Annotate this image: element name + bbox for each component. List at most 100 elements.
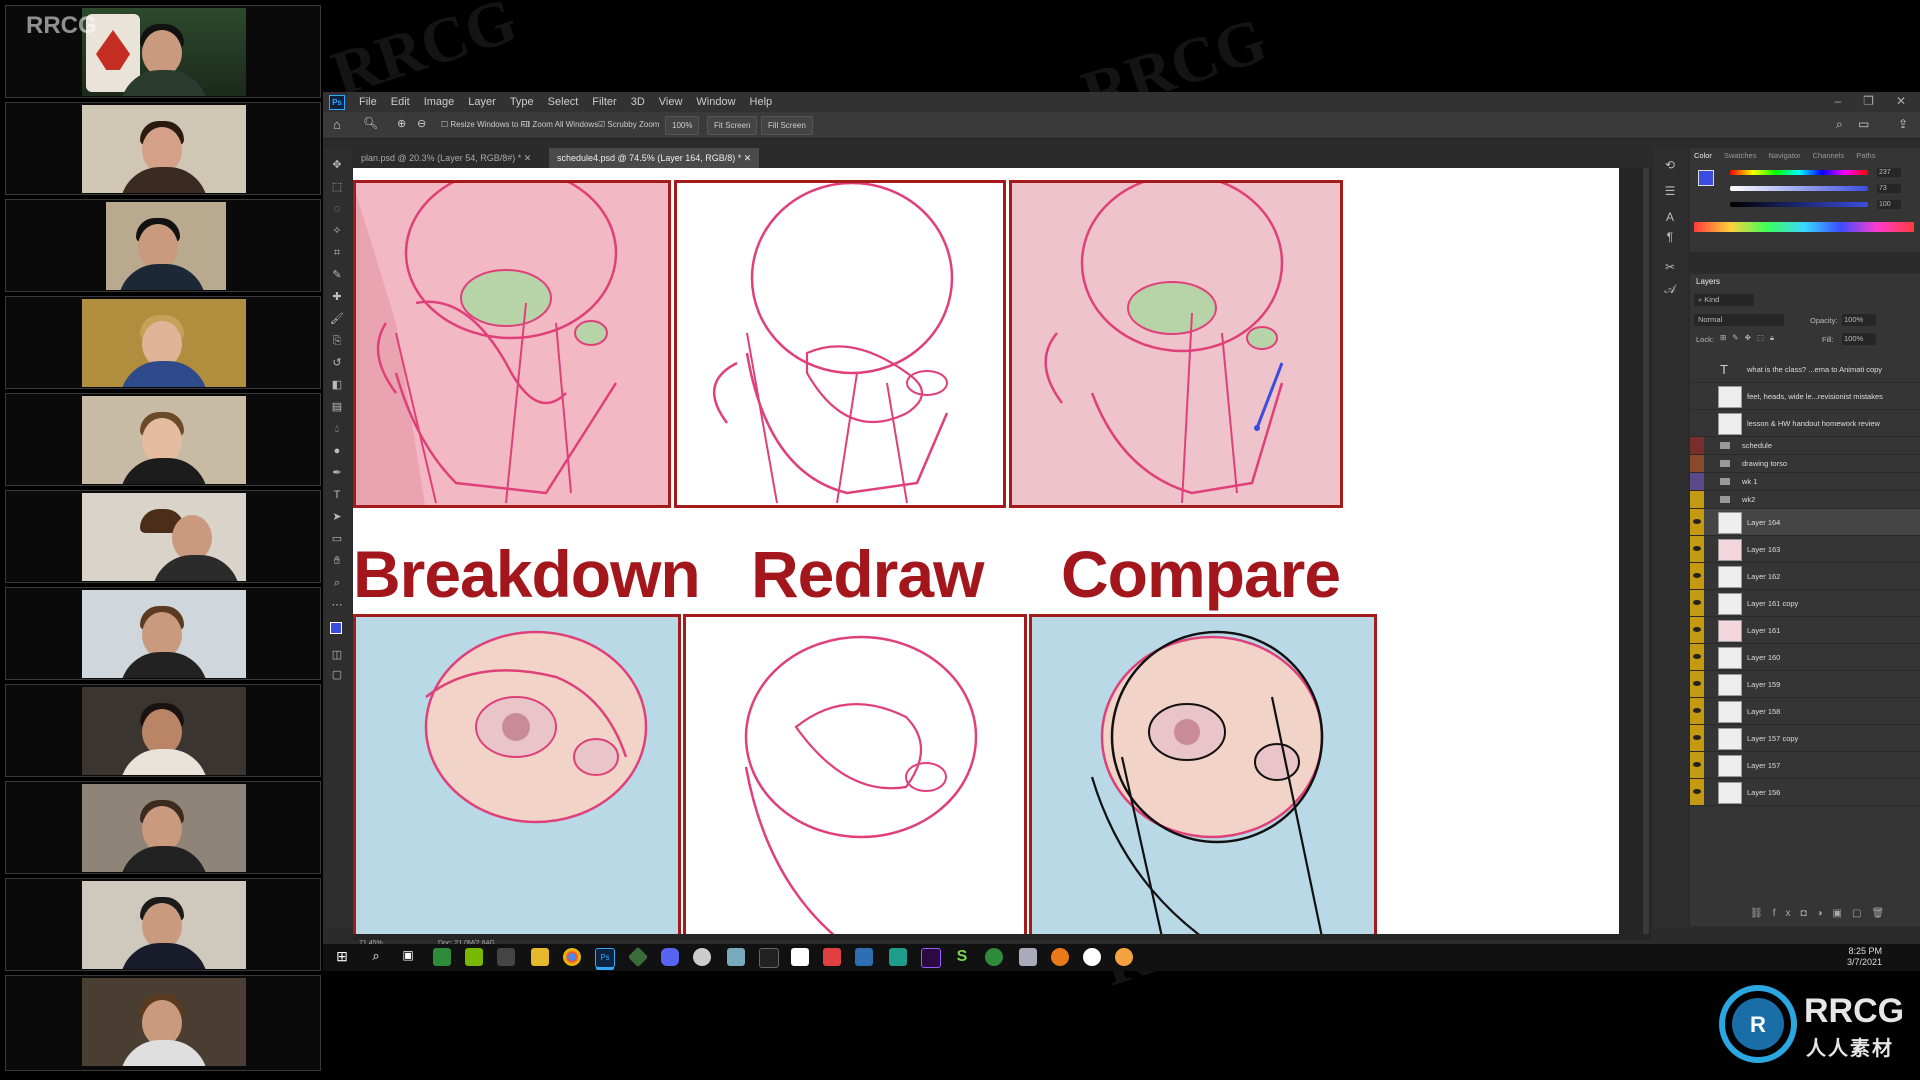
app-icon[interactable] [855,948,873,966]
menu-image[interactable]: Image [424,96,455,108]
tab-schedule4[interactable]: schedule4.psd @ 74.5% (Layer 164, RGB/8)… [549,148,760,168]
blend-mode-select[interactable]: Normal [1694,314,1784,326]
history-panel-icon[interactable]: ⟲ [1663,158,1677,172]
visibility-toggle[interactable] [1690,563,1704,589]
vertical-scrollbar[interactable] [1643,168,1649,934]
app-icon[interactable] [727,948,745,966]
video-tile[interactable] [5,102,321,195]
visibility-toggle[interactable] [1690,725,1704,751]
color-swatch-icon[interactable] [330,622,344,636]
crop-tool-icon[interactable]: ⌗ [330,246,344,260]
foreground-color-swatch[interactable] [1698,170,1714,186]
layer-row[interactable]: Layer 158 [1690,698,1920,725]
visibility-toggle[interactable] [1690,644,1704,670]
minimize-icon[interactable]: – [1834,94,1841,108]
search-icon[interactable]: ⌕ [1836,117,1843,132]
windows-start-icon[interactable]: ⊞ [333,948,351,966]
chrome-icon[interactable] [563,948,581,966]
menu-3d[interactable]: 3D [631,96,645,108]
fill-field[interactable]: 100% [1842,333,1876,345]
move-tool-icon[interactable]: ✥ [330,158,344,172]
system-clock[interactable]: 8:25 PM 3/7/2021 [1847,946,1882,968]
eraser-tool-icon[interactable]: ◧ [330,378,344,392]
tools-presets-icon[interactable]: ✂ [1663,260,1677,274]
brightness-slider[interactable] [1730,202,1868,207]
search-icon[interactable]: ⌕ [367,948,385,966]
menu-file[interactable]: File [359,96,377,108]
zoom-all-checkbox[interactable]: ☐ Zoom All Windows [523,120,598,129]
video-tile[interactable] [5,199,321,292]
layer-row[interactable]: Layer 156 [1690,779,1920,806]
tab-color[interactable]: Color [1694,151,1712,160]
menu-help[interactable]: Help [750,96,773,108]
discord-icon[interactable] [661,948,679,966]
app-icon[interactable] [1083,948,1101,966]
menu-select[interactable]: Select [548,96,579,108]
type-tool-icon[interactable]: T [330,488,344,502]
task-view-icon[interactable]: ▣ [399,948,417,966]
video-tile[interactable] [5,781,321,874]
eyedropper-tool-icon[interactable]: ✎ [330,268,344,282]
quick-mask-icon[interactable]: ◫ [330,648,344,662]
menu-edit[interactable]: Edit [391,96,410,108]
opacity-field[interactable]: 100% [1842,314,1876,326]
brightness-value[interactable]: 100 [1877,200,1901,209]
visibility-toggle[interactable] [1690,491,1704,508]
shape-tool-icon[interactable]: ▭ [330,532,344,546]
app-icon[interactable]: S [953,948,971,966]
layer-row[interactable]: Layer 161 [1690,617,1920,644]
app-icon[interactable] [759,948,779,968]
app-icon[interactable] [497,948,515,966]
photoshop-taskbar-icon[interactable]: Ps [595,948,615,968]
pen-tool-icon[interactable]: ✒ [330,466,344,480]
saturation-value[interactable]: 73 [1877,184,1901,193]
layer-row[interactable]: feet, heads, wide le...revisionist mista… [1690,383,1920,410]
app-icon[interactable] [889,948,907,966]
layer-row[interactable]: Layer 157 [1690,752,1920,779]
visibility-toggle[interactable] [1690,698,1704,724]
layer-row[interactable]: Layer 157 copy [1690,725,1920,752]
layers-footer-icons[interactable]: ⛓fx◘◑▣▢🗑︎ [1750,908,1894,919]
marquee-tool-icon[interactable]: ⬚ [330,180,344,194]
visibility-toggle[interactable] [1690,590,1704,616]
app-icon[interactable] [627,946,649,968]
healing-tool-icon[interactable]: ✚ [330,290,344,304]
color-spectrum-bar[interactable] [1694,222,1914,232]
properties-panel-icon[interactable]: ☰ [1663,184,1677,198]
layer-row[interactable]: Twhat is the class? ...ema to Animati co… [1690,356,1920,383]
video-tile[interactable] [5,490,321,583]
tab-swatches[interactable]: Swatches [1724,151,1757,160]
history-brush-icon[interactable]: ↺ [330,356,344,370]
visibility-toggle[interactable] [1690,437,1704,454]
dodge-tool-icon[interactable]: ● [330,444,344,458]
nvidia-icon[interactable] [465,948,483,966]
lock-icons[interactable]: ⊞✎✥⬚🔒︎ [1720,333,1780,343]
blur-tool-icon[interactable]: 💧︎ [330,422,344,436]
path-select-tool-icon[interactable]: ➤ [330,510,344,524]
video-tile[interactable] [5,684,321,777]
layer-row[interactable]: lesson & HW handout homework review [1690,410,1920,437]
paragraph-panel-icon[interactable]: ¶ [1663,230,1677,244]
close-icon[interactable]: ✕ [1896,94,1906,108]
file-explorer-icon[interactable] [531,948,549,966]
share-icon[interactable]: ⇪ [1898,117,1908,131]
zoom-tool-icon[interactable]: 🔍︎ [363,116,378,130]
layers-title[interactable]: Layers [1696,277,1720,286]
scrubby-zoom-checkbox[interactable]: ☑ Scrubby Zoom [598,120,659,129]
menu-layer[interactable]: Layer [468,96,496,108]
video-tile[interactable] [5,393,321,486]
zoom-in-icon[interactable]: ⊕ [397,117,406,130]
visibility-toggle[interactable] [1690,509,1704,535]
app-icon[interactable] [693,948,711,966]
menu-view[interactable]: View [659,96,683,108]
clone-tool-icon[interactable]: ⎘ [330,334,344,348]
hue-slider[interactable] [1730,170,1868,175]
visibility-toggle[interactable] [1690,671,1704,697]
more-tools-icon[interactable]: ⋯ [330,598,344,612]
layer-group-row[interactable]: wk 1 [1690,473,1920,491]
layer-group-row[interactable]: drawing torso [1690,455,1920,473]
video-tile[interactable] [5,878,321,971]
tab-channels[interactable]: Channels [1813,151,1845,160]
menu-type[interactable]: Type [510,96,534,108]
visibility-toggle[interactable] [1690,473,1704,490]
